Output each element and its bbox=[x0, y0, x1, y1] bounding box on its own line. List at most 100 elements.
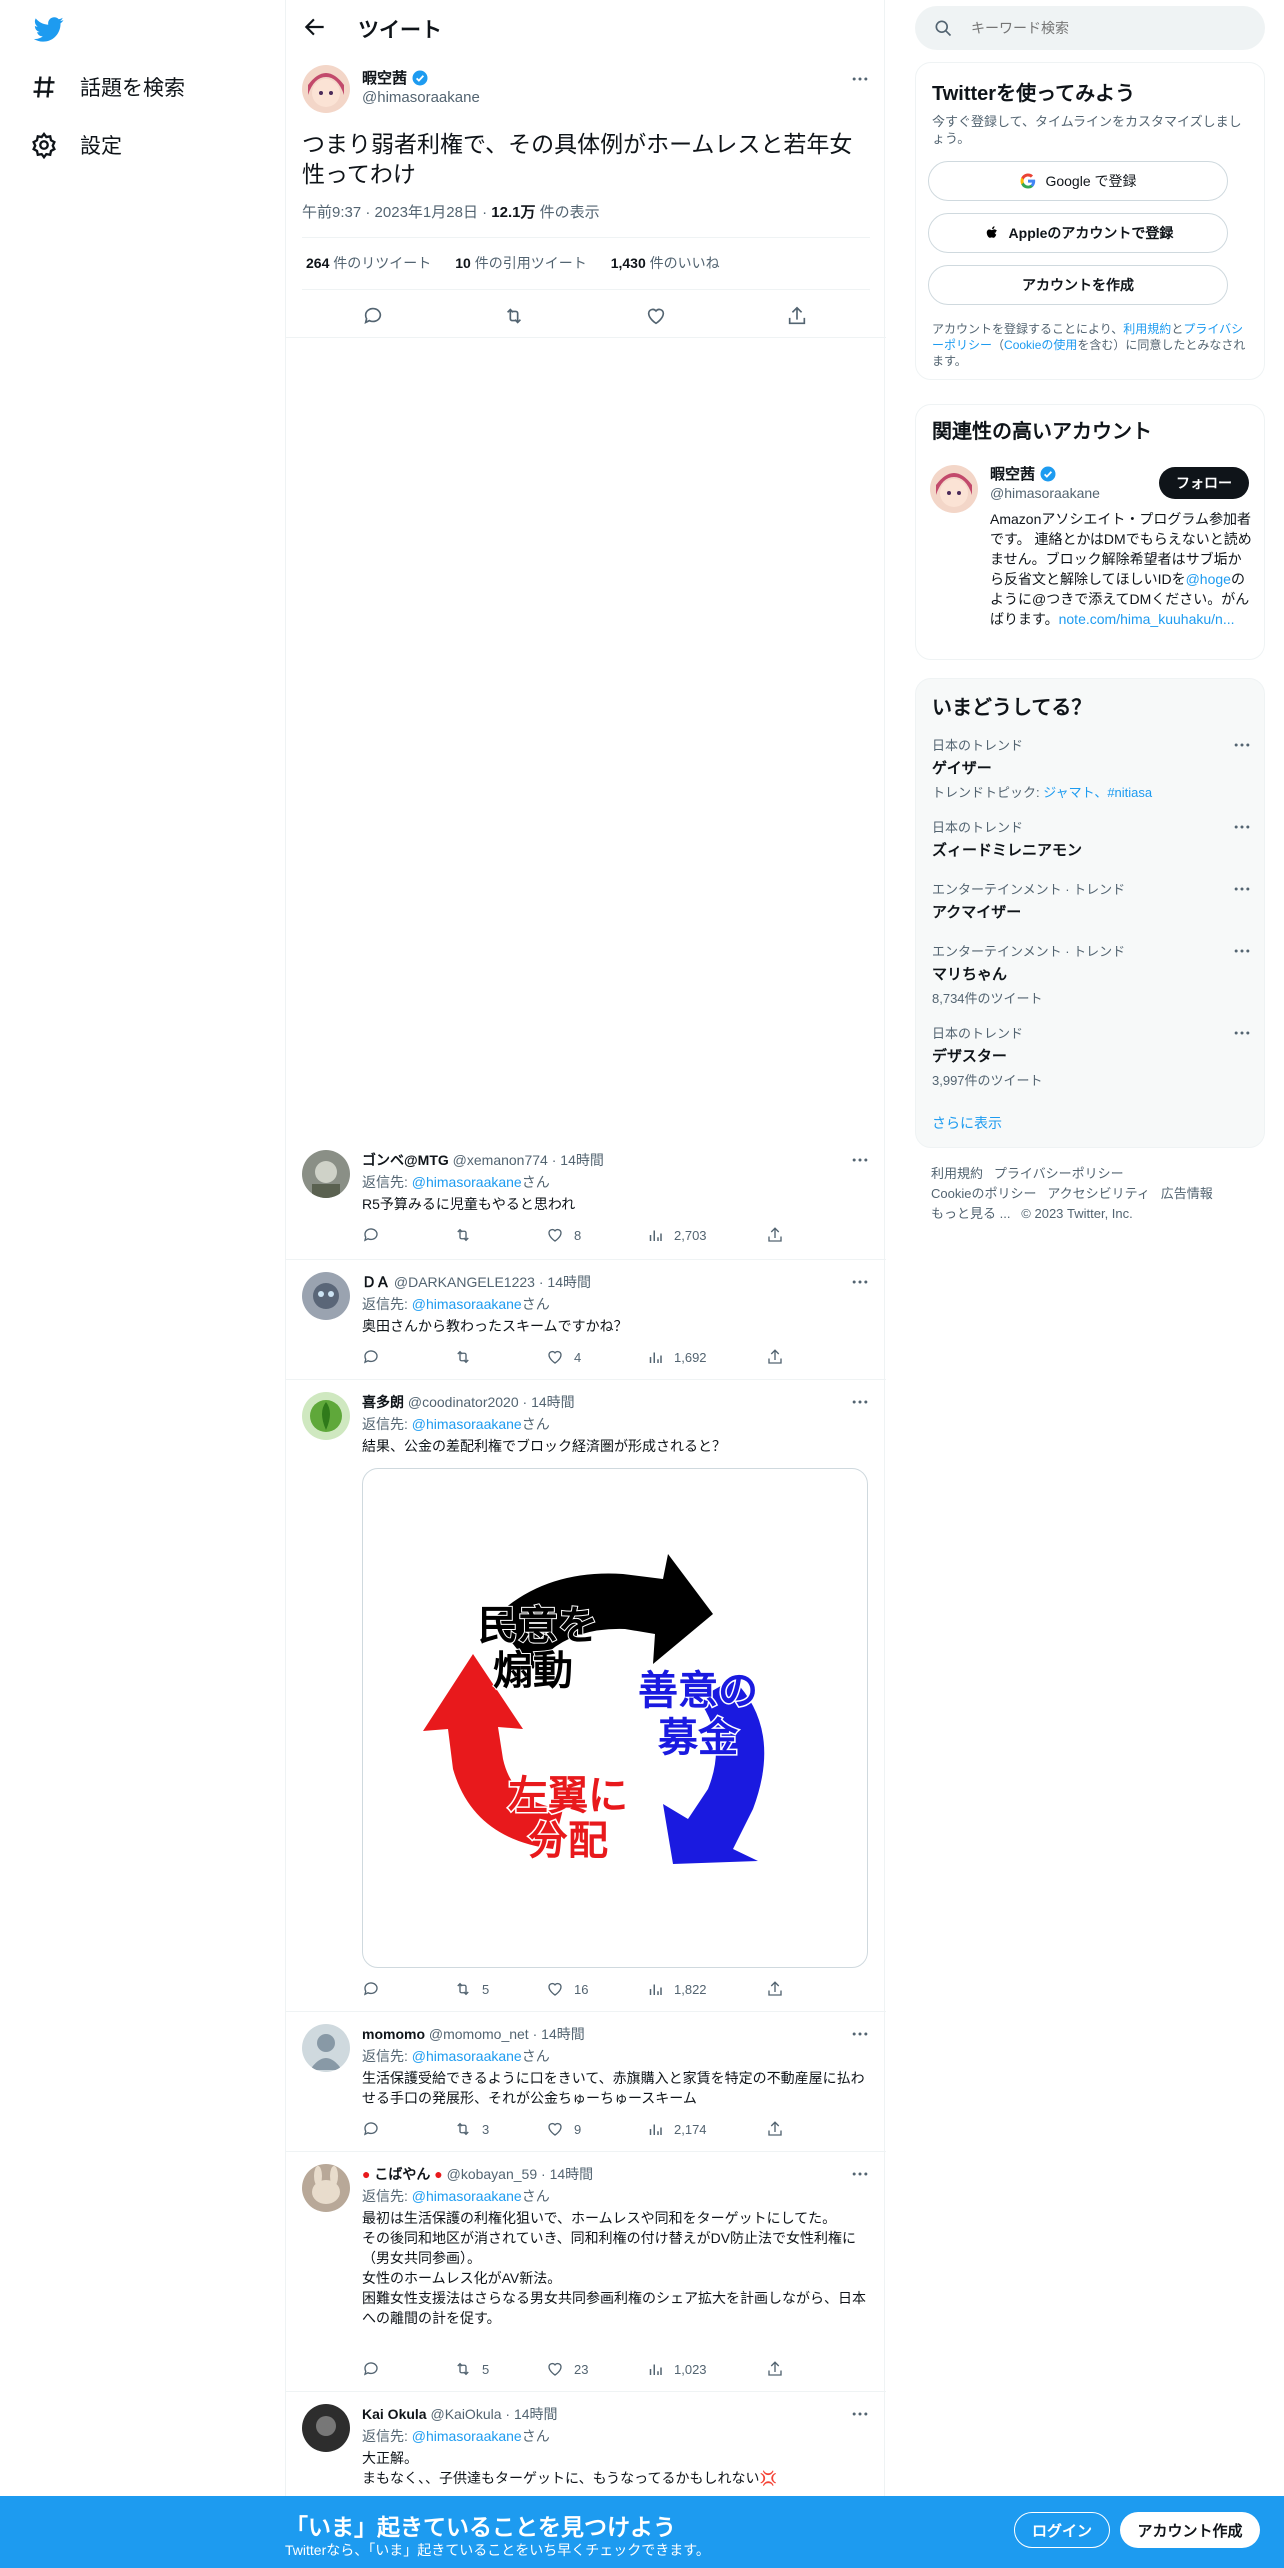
quotes-stat[interactable]: 10 件の引用ツイート bbox=[455, 253, 586, 273]
more-options-icon[interactable] bbox=[850, 1150, 870, 1170]
trend-item[interactable]: エンターテインメント · トレンド マリちゃん 8,734件のツイート bbox=[932, 941, 1252, 1007]
bio-url-link[interactable]: note.com/hima_kuuhaku/n... bbox=[1059, 611, 1235, 627]
mention-link[interactable]: @hoge bbox=[1186, 571, 1231, 587]
tweet-date[interactable]: 2023年1月28日 bbox=[375, 204, 478, 221]
more-options-icon[interactable] bbox=[850, 1392, 870, 1412]
retweet-button[interactable]: 5 bbox=[454, 1980, 489, 1998]
share-button[interactable] bbox=[766, 1980, 784, 1998]
retweet-button[interactable] bbox=[454, 1348, 482, 1366]
more-options-icon[interactable] bbox=[1232, 817, 1252, 837]
avatar[interactable] bbox=[930, 465, 978, 513]
login-button[interactable]: ログイン bbox=[1014, 2512, 1110, 2548]
reply-button[interactable] bbox=[362, 1226, 380, 1244]
retweets-stat[interactable]: 264 件のリツイート bbox=[306, 253, 431, 273]
author-handle[interactable]: @himasoraakane bbox=[362, 89, 480, 106]
mention-link[interactable]: @himasoraakane bbox=[412, 1416, 522, 1432]
search-input[interactable] bbox=[971, 6, 1251, 50]
retweet-button[interactable] bbox=[454, 1226, 482, 1244]
views-button[interactable]: 1,822 bbox=[646, 1980, 707, 1998]
footer-privacy[interactable]: プライバシーポリシー bbox=[994, 1166, 1124, 1181]
reply-tweet[interactable]: momomo @momomo_net · 14時間 返信先: @himasora… bbox=[286, 2012, 886, 2152]
likes-stat[interactable]: 1,430 件のいいね bbox=[611, 253, 720, 273]
avatar[interactable] bbox=[302, 1150, 350, 1198]
related-account-handle[interactable]: @himasoraakane bbox=[990, 485, 1100, 501]
avatar[interactable] bbox=[302, 65, 350, 113]
reply-button[interactable] bbox=[362, 1980, 380, 1998]
views-button[interactable]: 2,174 bbox=[646, 2120, 707, 2138]
views-button[interactable]: 2,703 bbox=[646, 1226, 707, 1244]
terms-link[interactable]: 利用規約 bbox=[1123, 322, 1171, 336]
tweet-time[interactable]: 午前9:37 bbox=[302, 204, 361, 221]
cookie-link[interactable]: Cookieの使用 bbox=[1004, 338, 1077, 352]
more-options-icon[interactable] bbox=[1232, 735, 1252, 755]
avatar[interactable] bbox=[302, 2404, 350, 2452]
mention-link[interactable]: @himasoraakane bbox=[412, 1174, 522, 1190]
twitter-logo-icon[interactable] bbox=[32, 14, 66, 44]
trend-item[interactable]: 日本のトレンド ゲイザー トレンドトピック: ジャマト、#nitiasa bbox=[932, 735, 1252, 801]
retweet-button[interactable]: 3 bbox=[454, 2120, 489, 2138]
mention-link[interactable]: @himasoraakane bbox=[412, 2048, 522, 2064]
search-box[interactable] bbox=[915, 6, 1265, 50]
like-icon[interactable] bbox=[645, 305, 667, 327]
reply-tweet[interactable]: ゴンベ@MTG @xemanon774 · 14時間 返信先: @himasor… bbox=[286, 1138, 886, 1260]
share-icon[interactable] bbox=[786, 305, 808, 327]
more-options-icon[interactable] bbox=[850, 2024, 870, 2044]
retweet-icon[interactable] bbox=[503, 305, 525, 327]
nav-settings[interactable]: 設定 bbox=[30, 130, 122, 160]
reply-tweet[interactable]: Kai Okula @KaiOkula · 14時間 返信先: @himasor… bbox=[286, 2392, 886, 2496]
signup-button[interactable]: アカウント作成 bbox=[1120, 2512, 1260, 2548]
reply-tweet[interactable]: 喜多朗 @coodinator2020 · 14時間 返信先: @himasor… bbox=[286, 1380, 886, 2012]
share-button[interactable] bbox=[766, 2120, 784, 2138]
more-options-icon[interactable] bbox=[1232, 1023, 1252, 1043]
mention-link[interactable]: @himasoraakane bbox=[412, 2188, 522, 2204]
trend-item[interactable]: エンターテインメント · トレンド アクマイザー bbox=[932, 879, 1252, 922]
author-name[interactable]: 暇空茜 bbox=[362, 67, 429, 88]
trend-topic-link[interactable]: ジャマト、#nitiasa bbox=[1043, 785, 1152, 800]
more-options-icon[interactable] bbox=[1232, 941, 1252, 961]
footer-ads[interactable]: 広告情報 bbox=[1161, 1186, 1213, 1201]
more-options-icon[interactable] bbox=[1232, 879, 1252, 899]
trend-item[interactable]: 日本のトレンド ズィードミレニアモン bbox=[932, 817, 1252, 860]
more-options-icon[interactable] bbox=[850, 2164, 870, 2184]
reply-button[interactable] bbox=[362, 2360, 380, 2378]
more-options-icon[interactable] bbox=[850, 69, 870, 89]
related-account-name[interactable]: 暇空茜 bbox=[990, 463, 1057, 484]
footer-cookie[interactable]: Cookieのポリシー bbox=[931, 1186, 1036, 1201]
like-button[interactable]: 4 bbox=[546, 1348, 581, 1366]
google-signup-button[interactable]: Google で登録 bbox=[928, 161, 1228, 201]
views-button[interactable]: 1,023 bbox=[646, 2360, 707, 2378]
like-button[interactable]: 16 bbox=[546, 1980, 588, 1998]
footer-accessibility[interactable]: アクセシビリティ bbox=[1047, 1186, 1150, 1201]
like-button[interactable]: 23 bbox=[546, 2360, 588, 2378]
more-options-icon[interactable] bbox=[850, 1272, 870, 1292]
reply-icon[interactable] bbox=[362, 305, 384, 327]
avatar[interactable] bbox=[302, 2164, 350, 2212]
avatar[interactable] bbox=[302, 2024, 350, 2072]
footer-more[interactable]: もっと見る ... bbox=[931, 1206, 1010, 1221]
like-button[interactable]: 9 bbox=[546, 2120, 581, 2138]
mention-link[interactable]: @himasoraakane bbox=[412, 1296, 522, 1312]
share-button[interactable] bbox=[766, 2360, 784, 2378]
apple-signup-button[interactable]: Appleのアカウントで登録 bbox=[928, 213, 1228, 253]
show-more-link[interactable]: さらに表示 bbox=[932, 1113, 1002, 1133]
avatar[interactable] bbox=[302, 1392, 350, 1440]
back-arrow-icon[interactable] bbox=[302, 14, 328, 40]
reply-tweet[interactable]: ● こばやん ● @kobayan_59 · 14時間 返信先: @himaso… bbox=[286, 2152, 886, 2392]
create-account-button[interactable]: アカウントを作成 bbox=[928, 265, 1228, 305]
share-button[interactable] bbox=[766, 1226, 784, 1244]
views-button[interactable]: 1,692 bbox=[646, 1348, 707, 1366]
avatar[interactable] bbox=[302, 1272, 350, 1320]
footer-terms[interactable]: 利用規約 bbox=[931, 1166, 983, 1181]
reply-button[interactable] bbox=[362, 2120, 380, 2138]
tweet-image[interactable]: 民意を 煽動 善意の 募金 左翼に 分配 bbox=[362, 1468, 868, 1968]
more-options-icon[interactable] bbox=[850, 2404, 870, 2424]
retweet-button[interactable]: 5 bbox=[454, 2360, 489, 2378]
follow-button[interactable]: フォロー bbox=[1159, 467, 1249, 499]
trend-item[interactable]: 日本のトレンド デザスター 3,997件のツイート bbox=[932, 1023, 1252, 1089]
nav-explore[interactable]: 話題を検索 bbox=[30, 72, 185, 102]
like-button[interactable]: 8 bbox=[546, 1226, 581, 1244]
reply-button[interactable] bbox=[362, 1348, 380, 1366]
mention-link[interactable]: @himasoraakane bbox=[412, 2428, 522, 2444]
share-button[interactable] bbox=[766, 1348, 784, 1366]
reply-tweet[interactable]: ＤＡ @DARKANGELE1223 · 14時間 返信先: @himasora… bbox=[286, 1260, 886, 1380]
